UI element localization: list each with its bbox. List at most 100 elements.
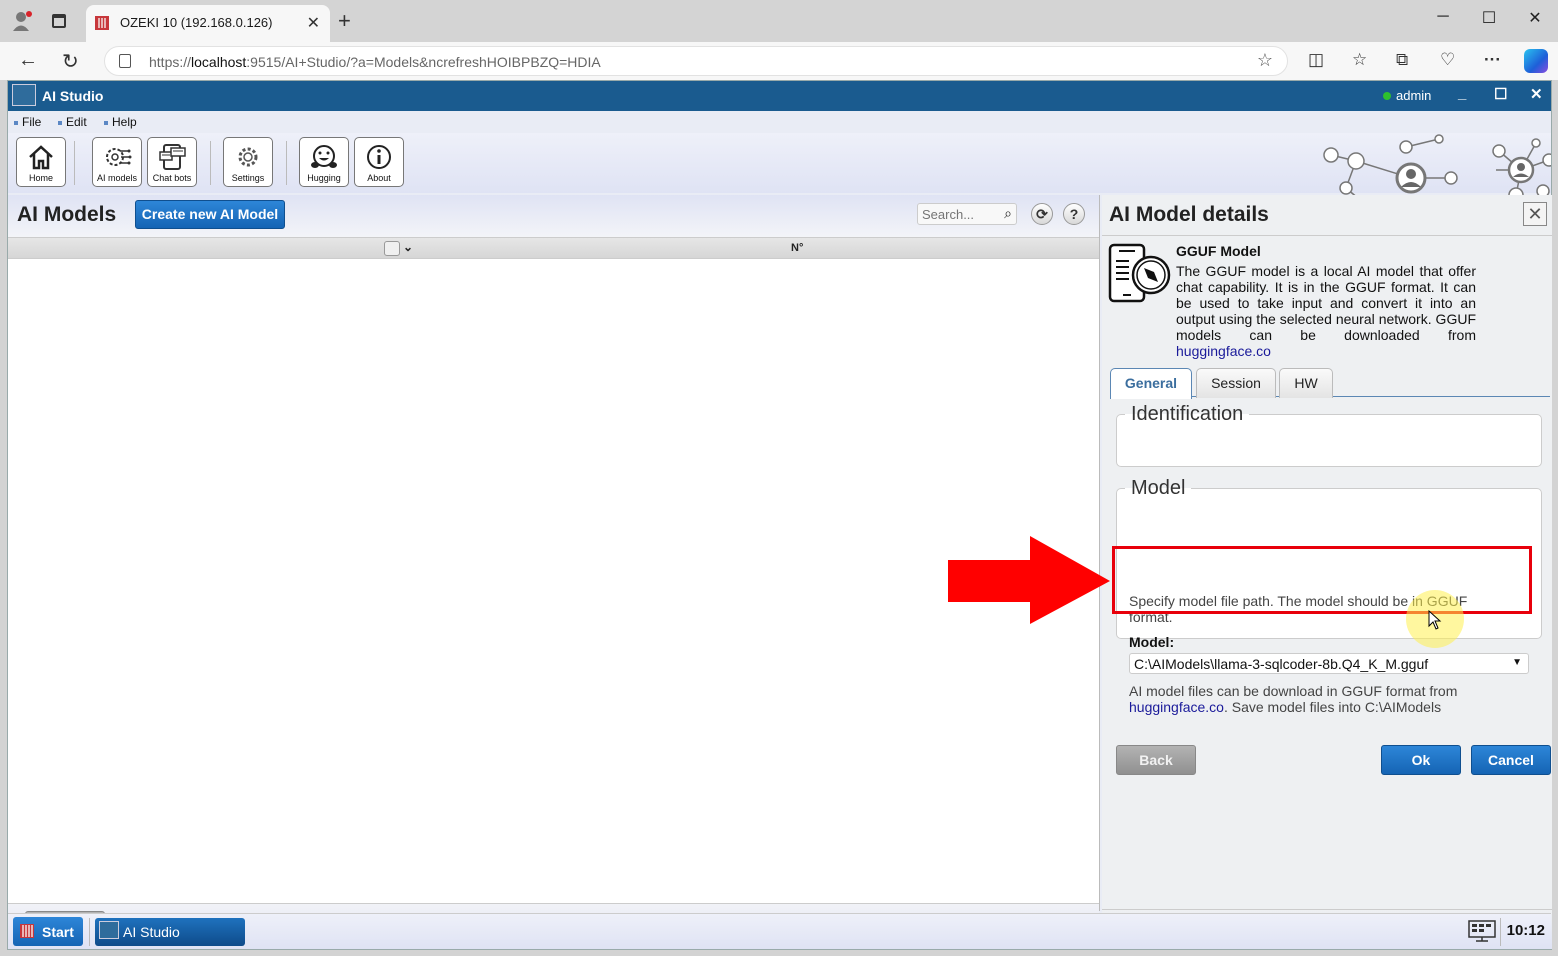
back-button[interactable]: Back [1116, 745, 1196, 775]
taskbar-app-label: AI Studio [123, 924, 180, 940]
chat-bots-button[interactable]: Chat bots [147, 137, 197, 187]
close-details-button[interactable]: ✕ [1523, 202, 1547, 226]
taskbar-separator [89, 918, 90, 946]
close-window-button[interactable]: ✕ [1520, 8, 1550, 28]
split-screen-icon[interactable]: ◫ [1308, 50, 1324, 70]
chat-bots-label: Chat bots [152, 173, 192, 183]
search-input[interactable] [922, 207, 994, 222]
ai-studio-task-icon [99, 921, 119, 939]
menu-file[interactable]: File [14, 115, 41, 129]
start-label: Start [42, 924, 74, 940]
refresh-button[interactable]: ⟳ [1031, 203, 1053, 225]
menu-help[interactable]: Help [104, 115, 137, 129]
chevron-down-icon[interactable]: ⌄ [403, 240, 413, 254]
tab-general[interactable]: General [1110, 368, 1192, 399]
gear-icon [238, 147, 258, 167]
taskbar-ai-studio[interactable]: AI Studio [95, 918, 245, 946]
home-button[interactable]: Home [16, 137, 66, 187]
model-file-select[interactable]: C:\AIModels\llama-3-sqlcoder-8b.Q4_K_M.g… [1129, 653, 1529, 674]
maximize-window-button[interactable]: ☐ [1474, 8, 1504, 28]
app-title-bar: AI Studio admin _ ☐ ✕ [8, 81, 1551, 111]
ai-models-panel: AI Models Create new AI Model ⌕ ⟳ ? ⌄ N°… [8, 195, 1100, 949]
about-label: About [367, 173, 391, 183]
browser-tab[interactable]: OZEKI 10 (192.168.0.126) ✕ [86, 5, 330, 42]
ozeki-start-icon [20, 924, 34, 938]
search-box[interactable]: ⌕ [917, 203, 1017, 225]
download-note: AI model files can be download in GGUF f… [1129, 683, 1458, 715]
browser-address-bar: ← ↻ https://localhost:9515/AI+Studio/?a=… [0, 42, 1558, 80]
tab-session[interactable]: Session [1196, 368, 1276, 398]
model-label: Model: [1129, 634, 1175, 650]
new-tab-button[interactable]: + [338, 8, 351, 34]
help-icon: ? [1069, 206, 1079, 222]
lock-icon [119, 54, 131, 68]
details-title: AI Model details [1109, 203, 1269, 226]
browser-essentials-icon[interactable]: ♡ [1440, 50, 1455, 70]
tab-hw[interactable]: HW [1279, 368, 1333, 398]
grid-header: ⌄ N° [8, 237, 1099, 259]
online-status-icon [1383, 92, 1391, 100]
search-icon[interactable]: ⌕ [1004, 205, 1012, 222]
model-file-value: C:\AIModels\llama-3-sqlcoder-8b.Q4_K_M.g… [1134, 656, 1429, 672]
app-maximize-button[interactable]: ☐ [1494, 85, 1507, 103]
url-field[interactable]: https://localhost:9515/AI+Studio/?a=Mode… [104, 46, 1288, 76]
toolbar-separator [286, 141, 287, 185]
huggingface-link[interactable]: huggingface.co [1176, 343, 1271, 359]
menu-edit[interactable]: Edit [58, 115, 87, 129]
header-divider [1102, 235, 1552, 236]
select-all-checkbox[interactable] [384, 241, 400, 256]
ok-button[interactable]: Ok [1381, 745, 1461, 775]
create-new-ai-model-button[interactable]: Create new AI Model [135, 200, 285, 229]
tab-actions-icon[interactable] [52, 14, 66, 28]
settings-button[interactable]: Settings [223, 137, 273, 187]
ai-studio-app-icon [12, 84, 36, 106]
back-arrow-icon[interactable]: ← [18, 49, 38, 72]
user-status[interactable]: admin [1383, 88, 1431, 103]
identification-section: Identification [1116, 403, 1542, 467]
page-title: AI Models [17, 203, 117, 226]
favorites-icon[interactable]: ☆ [1352, 50, 1367, 70]
home-icon [29, 145, 53, 170]
ai-models-icon [106, 148, 132, 166]
gguf-model-icon [1108, 243, 1171, 303]
copilot-icon[interactable] [1524, 49, 1548, 73]
home-label: Home [28, 173, 53, 183]
column-number-header[interactable]: N° [791, 242, 803, 254]
close-icon: ✕ [1527, 204, 1543, 224]
about-button[interactable]: About [354, 137, 404, 187]
taskbar: Start AI Studio 10:12 [8, 913, 1551, 949]
app-minimize-button[interactable]: _ [1458, 85, 1466, 102]
highlight-box-annotation [1112, 546, 1532, 614]
profile-icon[interactable] [12, 10, 32, 32]
reload-icon[interactable]: ↻ [62, 49, 79, 74]
app-close-button[interactable]: ✕ [1530, 85, 1543, 103]
ai-models-button[interactable]: AI models [92, 137, 142, 187]
identification-legend: Identification [1131, 403, 1244, 425]
desktop-monitor-icon[interactable] [1468, 920, 1496, 942]
start-button[interactable]: Start [13, 917, 83, 946]
help-button[interactable]: ? [1063, 203, 1085, 225]
download-huggingface-link[interactable]: huggingface.co [1129, 699, 1224, 715]
hugging-button[interactable]: Hugging [299, 137, 349, 187]
taskbar-separator [1500, 918, 1501, 946]
cancel-button[interactable]: Cancel [1471, 745, 1551, 775]
info-icon [367, 145, 391, 169]
ozeki-favicon [95, 16, 109, 30]
model-description: The GGUF model is a local AI model that … [1176, 263, 1476, 359]
ai-studio-window: AI Studio admin _ ☐ ✕ File Edit Help Hom… [7, 80, 1552, 950]
collections-icon[interactable]: ⧉ [1396, 50, 1408, 70]
favorite-star-icon[interactable]: ☆ [1257, 50, 1273, 71]
hugging-face-icon [311, 145, 337, 168]
refresh-icon: ⟳ [1036, 206, 1048, 222]
menu-bar: File Edit Help [8, 111, 1551, 133]
red-arrow-annotation [948, 536, 1110, 624]
more-options-icon[interactable]: ··· [1484, 50, 1501, 70]
app-title: AI Studio [42, 88, 104, 104]
ai-models-header: AI Models Create new AI Model ⌕ ⟳ ? [8, 195, 1099, 237]
close-tab-icon[interactable]: ✕ [307, 13, 320, 33]
clock: 10:12 [1506, 922, 1545, 939]
url-text: https://localhost:9515/AI+Studio/?a=Mode… [149, 54, 601, 70]
chat-bots-icon [159, 144, 186, 170]
minimize-window-button[interactable]: ─ [1428, 8, 1458, 26]
model-type-title: GGUF Model [1176, 243, 1261, 259]
